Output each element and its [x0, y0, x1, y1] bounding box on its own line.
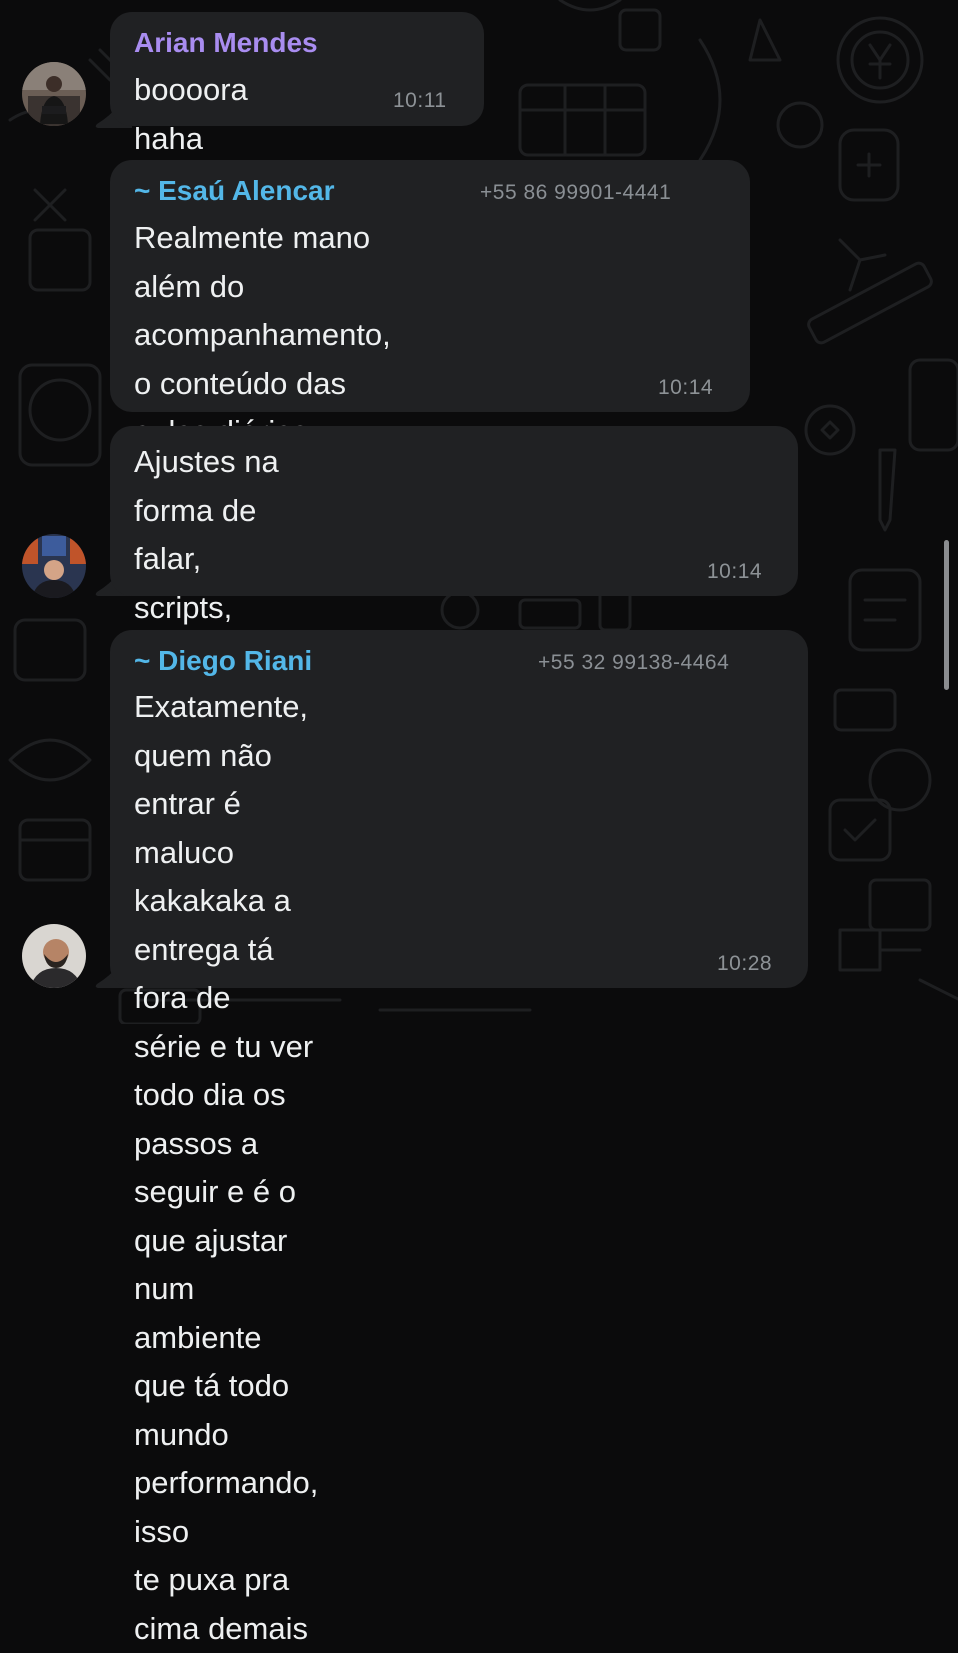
- message-time: 10:28: [717, 952, 773, 975]
- message-time: 10:14: [658, 376, 714, 399]
- message-text: boooora haha: [134, 72, 248, 156]
- message-text: Exatamente, quem não entrar é maluco kak…: [134, 689, 319, 1646]
- message-time: 10:14: [707, 560, 763, 583]
- sender-phone[interactable]: +55 86 99901-4441: [480, 181, 671, 205]
- sender-name[interactable]: Arian Mendes: [134, 27, 318, 59]
- avatar[interactable]: [22, 924, 86, 988]
- sender-name[interactable]: ~ Esaú Alencar: [134, 175, 335, 207]
- sender-name[interactable]: ~ Diego Riani: [134, 645, 312, 677]
- message-time: 10:11: [393, 89, 447, 112]
- scrollbar[interactable]: [944, 540, 949, 690]
- avatar[interactable]: [22, 62, 86, 126]
- avatar[interactable]: [22, 534, 86, 598]
- sender-phone[interactable]: +55 32 99138-4464: [538, 651, 729, 675]
